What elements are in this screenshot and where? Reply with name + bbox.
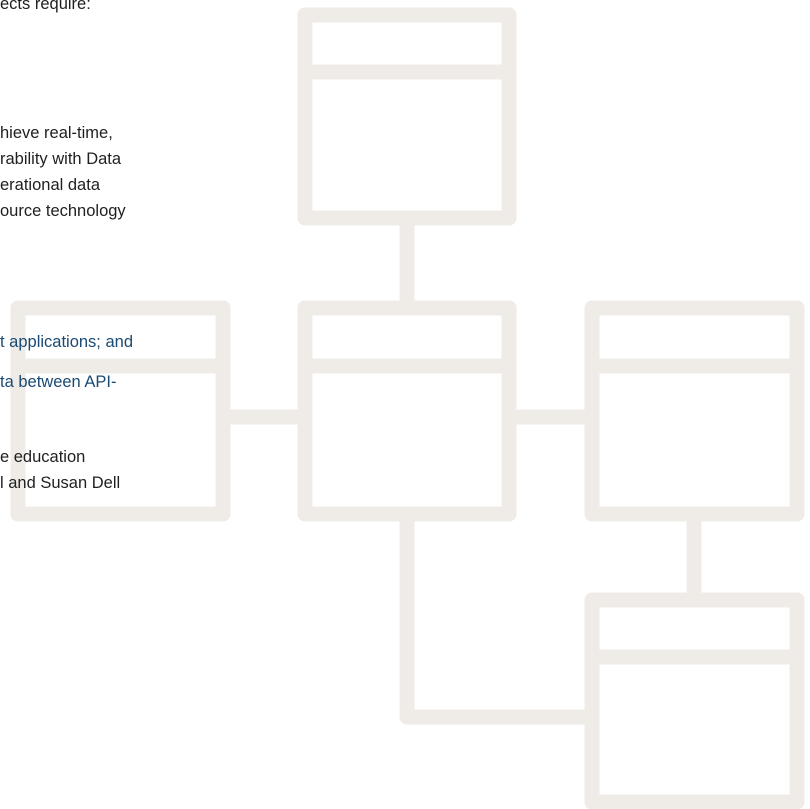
list-item-link-text[interactable]: ta between API- [0,372,117,392]
body-text-line: e education [0,448,86,466]
list-item-link-text[interactable]: t applications; and [0,332,133,352]
body-text-line: ource technology [0,202,126,220]
body-text-line: erational data [0,176,100,194]
body-text-line: ects require: [0,0,91,13]
body-text-line: hieve real-time, [0,124,113,142]
body-text-line: rability with Data [0,150,122,168]
connected-boxes-diagram [10,7,805,809]
body-text-line: l and Susan Dell [0,474,121,492]
diagram-lines [10,7,805,809]
